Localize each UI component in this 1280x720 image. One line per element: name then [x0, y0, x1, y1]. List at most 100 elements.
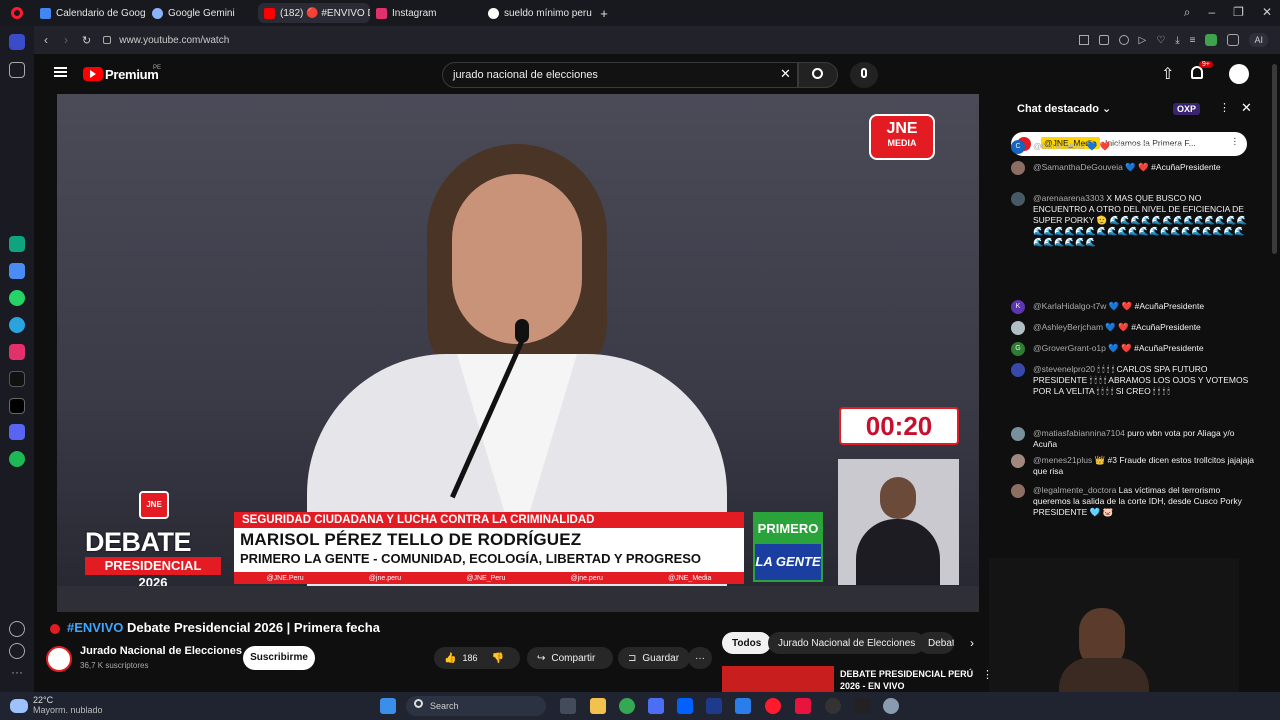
weather-temp[interactable]: 22°C [33, 695, 53, 705]
play-icon[interactable]: ▷ [1139, 35, 1147, 46]
shield-icon[interactable] [1118, 35, 1129, 45]
copilot-icon[interactable] [9, 263, 25, 279]
chat-avatar[interactable]: G [1011, 342, 1025, 356]
channel-name[interactable]: Jurado Nacional de Elecciones [80, 645, 242, 657]
gg-icon[interactable] [854, 698, 870, 714]
chat-avatar[interactable] [1011, 454, 1025, 468]
tab-google-search[interactable]: sueldo mínimo peru - Bus [482, 3, 594, 23]
tab-calendar[interactable]: Calendario de Google - Se [34, 3, 146, 23]
account-avatar[interactable] [1229, 64, 1249, 84]
next-video-thumbnail[interactable] [722, 666, 834, 692]
chat-avatar[interactable]: C [1011, 140, 1025, 154]
like-icon[interactable]: 👍 [444, 653, 456, 664]
x-icon[interactable] [9, 398, 25, 414]
chat-author[interactable]: @CoreneKris [1033, 141, 1084, 151]
chat-avatar[interactable] [1011, 161, 1025, 175]
save-button[interactable]: ⊐ Guardar [618, 647, 690, 669]
extensions-icon[interactable] [1227, 34, 1240, 46]
upload-icon[interactable]: ⇧ [1161, 64, 1174, 84]
instagram-sidebar-icon[interactable] [9, 344, 25, 360]
youtube-premium-label[interactable]: Premium [105, 67, 159, 82]
new-tab-button[interactable]: + [594, 3, 614, 23]
history-icon[interactable] [9, 643, 25, 659]
vivaldi-icon[interactable] [795, 698, 811, 714]
chat-author[interactable]: @GroverGrant-o1p [1033, 343, 1106, 353]
points-badge[interactable]: OXP [1173, 103, 1201, 115]
close-window-icon[interactable]: ✕ [1262, 5, 1272, 20]
clear-search-icon[interactable]: ✕ [780, 66, 791, 82]
dropbox-icon[interactable] [677, 698, 693, 714]
search-tabs-icon[interactable]: ⌕ [1184, 5, 1191, 20]
menu-icon[interactable]: ≡ [1190, 35, 1196, 46]
url-field[interactable]: www.youtube.com/watch [119, 35, 229, 46]
chip-todos[interactable]: Todos [722, 632, 772, 654]
speed-dial-icon[interactable] [9, 62, 25, 78]
outlook-icon[interactable] [735, 698, 751, 714]
chat-author[interactable]: @KarlaHidalgo-t7w [1033, 301, 1106, 311]
back-icon[interactable]: ‹ [44, 33, 48, 47]
calculator-icon[interactable] [648, 698, 664, 714]
subscribe-button[interactable]: Suscribirme [243, 646, 315, 670]
chat-author[interactable]: @menes21plus [1033, 455, 1092, 465]
whatsapp-icon[interactable] [9, 290, 25, 306]
chat-author[interactable]: @arenaarena3303 [1033, 193, 1104, 203]
heart-icon[interactable]: ♡ [1156, 35, 1165, 46]
taskbar-search-box[interactable]: Search [406, 696, 546, 716]
weather-desc[interactable]: Mayorm. nublado [33, 705, 103, 715]
task-view-icon[interactable] [560, 698, 576, 714]
dislike-icon[interactable]: 👎 [491, 653, 503, 664]
chip-jurado[interactable]: Jurado Nacional de Elecciones [768, 632, 926, 654]
opera-logo-icon[interactable] [0, 0, 34, 26]
maximize-icon[interactable]: ❐ [1233, 5, 1244, 20]
page-scrollbar[interactable] [1272, 64, 1277, 254]
chat-author[interactable]: @AshleyBerjcham [1033, 322, 1103, 332]
close-chat-icon[interactable]: ✕ [1241, 100, 1252, 116]
chat-author[interactable]: @SamanthaDeGouveia [1033, 162, 1123, 172]
chrome-icon[interactable] [619, 698, 635, 714]
spotify-icon[interactable] [9, 451, 25, 467]
chat-avatar[interactable]: K [1011, 300, 1025, 314]
chip-debate[interactable]: Debate [918, 632, 954, 654]
edit-icon[interactable] [1078, 35, 1089, 45]
more-actions-button[interactable]: ··· [688, 647, 712, 669]
chips-next-icon[interactable]: › [970, 636, 974, 650]
more-sidebar-icon[interactable]: ··· [9, 665, 25, 681]
vscode-icon[interactable] [706, 698, 722, 714]
tab-gemini[interactable]: Google Gemini [146, 3, 258, 23]
voice-search-button[interactable] [850, 62, 878, 88]
obs-icon[interactable] [825, 698, 841, 714]
opera-taskbar-icon[interactable] [765, 698, 781, 714]
chat-avatar[interactable] [1011, 363, 1025, 377]
chat-mode-selector[interactable]: Chat destacado ⌄ [1017, 102, 1111, 115]
camera-icon[interactable] [1098, 35, 1109, 45]
video-player[interactable]: JNE MEDIA 00:20 JNE DEBATE PRESIDENCIAL … [57, 94, 979, 612]
youtube-logo-icon[interactable] [83, 67, 103, 81]
chat-author[interactable]: @matiasfabiannina7104 [1033, 428, 1125, 438]
chat-menu-icon[interactable]: ⋮ [1219, 101, 1230, 114]
search-button[interactable] [798, 62, 838, 88]
chat-avatar[interactable] [1011, 321, 1025, 335]
file-explorer-icon[interactable] [590, 698, 606, 714]
tab-youtube[interactable]: (182) 🔴 #ENVIVO De [258, 3, 370, 23]
channel-avatar[interactable] [46, 646, 72, 672]
settings-gear-icon[interactable] [883, 698, 899, 714]
download-icon[interactable]: ⤓ [1175, 35, 1179, 46]
minimize-icon[interactable]: – [1208, 5, 1215, 20]
chat-author[interactable]: @legalmente_doctora [1033, 485, 1116, 495]
chat-avatar[interactable] [1011, 484, 1025, 498]
home-icon[interactable] [9, 34, 25, 50]
windows-start-icon[interactable] [380, 698, 396, 714]
tiktok-icon[interactable] [9, 371, 25, 387]
tab-instagram[interactable]: Instagram [370, 3, 482, 23]
chatgpt-icon[interactable] [9, 236, 25, 252]
chat-avatar[interactable] [1011, 427, 1025, 441]
chat-author[interactable]: @stevenelpro20 [1033, 364, 1095, 374]
next-video-title[interactable]: DEBATE PRESIDENCIAL PERÚ 2026 - EN VIVO [840, 668, 980, 692]
share-button[interactable]: ↪ Compartir [527, 647, 613, 669]
favorites-icon[interactable] [9, 621, 25, 637]
search-input[interactable]: jurado nacional de elecciones [442, 62, 798, 88]
forward-icon[interactable]: › [64, 33, 68, 47]
ai-button[interactable]: AI [1249, 33, 1268, 47]
telegram-icon[interactable] [9, 317, 25, 333]
reload-icon[interactable]: ↻ [82, 34, 91, 47]
